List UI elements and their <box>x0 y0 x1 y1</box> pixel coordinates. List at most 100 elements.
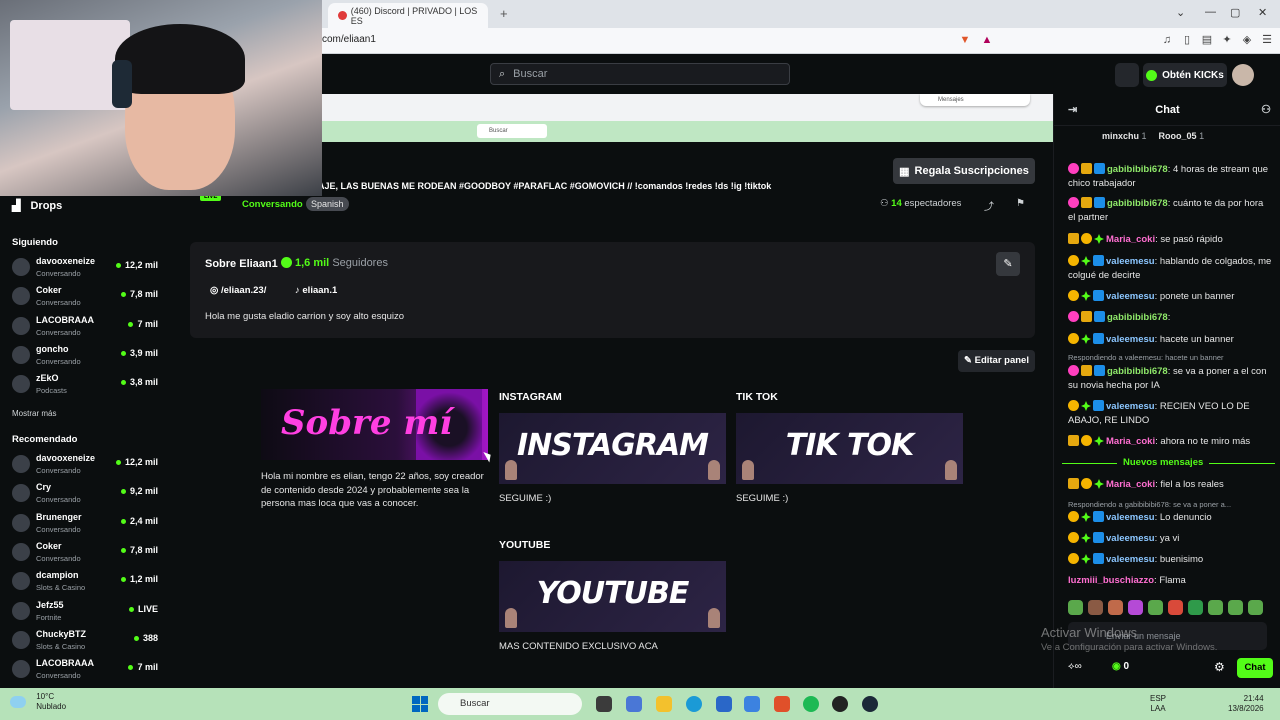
chat-username[interactable]: valeemesu <box>1106 334 1155 345</box>
search-input[interactable]: ⌕ Buscar <box>490 63 790 85</box>
chat-users-icon[interactable]: ⚇ <box>1261 94 1271 126</box>
spotify-icon[interactable] <box>803 696 819 712</box>
maximize-icon[interactable]: ▢ <box>1230 6 1240 19</box>
channel-item[interactable]: Cry Conversando 9,2 mil <box>12 481 162 509</box>
channel-category: Conversando <box>36 356 81 366</box>
channel-item[interactable]: dcampion Slots & Casino 1,2 mil <box>12 569 162 597</box>
tiktok-panel-image[interactable]: TIK TOK <box>736 413 963 484</box>
clock[interactable]: 21:44 13/8/2026 <box>1228 694 1264 714</box>
channel-item[interactable]: goncho Conversando 3,9 mil <box>12 343 162 371</box>
app-icon[interactable] <box>744 696 760 712</box>
channel-item[interactable]: LACOBRAAA Conversando 7 mil <box>12 657 162 685</box>
chat-username[interactable]: luzmiii_buschiazzo <box>1068 575 1154 586</box>
app-icon[interactable] <box>716 696 732 712</box>
dashboard-icon[interactable] <box>1115 63 1139 87</box>
close-icon[interactable]: ✕ <box>1258 6 1267 19</box>
show-more-link[interactable]: Mostrar más <box>12 409 56 418</box>
drops-link[interactable]: ▟ Drops <box>12 199 62 213</box>
minimize-icon[interactable]: — <box>1205 6 1216 18</box>
tiktok-link[interactable]: ♪ eliaan.1 <box>295 285 337 296</box>
chat-username[interactable]: gabibibibi678 <box>1107 164 1168 175</box>
windows-start-icon[interactable] <box>412 696 428 712</box>
channel-viewers: 3,8 mil <box>121 377 158 387</box>
chat-username[interactable]: gabibibibi678 <box>1107 312 1168 323</box>
emote-icon[interactable] <box>1148 600 1163 615</box>
top-gifter-1[interactable]: minxchu 1 <box>1102 131 1147 141</box>
obs-icon[interactable] <box>832 696 848 712</box>
chat-username[interactable]: valeemesu <box>1106 291 1155 302</box>
rewards-icon[interactable]: ▲ <box>980 33 994 47</box>
get-kicks-button[interactable]: Obtén KICKs <box>1143 63 1227 87</box>
video-player[interactable]: Mensajes Buscar <box>322 94 1053 142</box>
emote-icon[interactable] <box>1188 600 1203 615</box>
channel-avatar <box>12 375 30 394</box>
chat-username[interactable]: gabibibibi678 <box>1107 366 1168 377</box>
media-icon[interactable]: ♫ <box>1160 33 1174 47</box>
chat-username[interactable]: valeemesu <box>1106 256 1155 267</box>
tab-list-icon[interactable]: ⌄ <box>1176 6 1185 19</box>
top-gifter-2[interactable]: Rooo_05 1 <box>1159 131 1205 141</box>
channel-item[interactable]: davooxeneize Conversando 12,2 mil <box>12 452 162 480</box>
chat-username[interactable]: valeemesu <box>1106 533 1155 544</box>
wallet-icon[interactable]: ▤ <box>1200 33 1214 47</box>
chat-username[interactable]: valeemesu <box>1106 401 1155 412</box>
language-indicator[interactable]: ESP LAA <box>1150 694 1166 714</box>
task-view-icon[interactable] <box>596 696 612 712</box>
emote-icon[interactable] <box>1168 600 1183 615</box>
chat-settings-icon[interactable]: ⚙ <box>1214 660 1225 674</box>
vpn-icon[interactable]: ◈ <box>1240 33 1254 47</box>
gift-subs-button[interactable]: ▦ Regala Suscripciones <box>893 158 1035 184</box>
brave-shield-icon[interactable]: ▼ <box>958 33 972 47</box>
stream-category[interactable]: Conversando <box>242 199 303 210</box>
channel-item[interactable]: Jefz55 Fortnite LIVE <box>12 599 162 627</box>
chat-username[interactable]: Maria_coki <box>1106 479 1155 490</box>
chat-username[interactable]: Maria_coki <box>1106 234 1155 245</box>
chat-username[interactable]: valeemesu <box>1106 554 1155 565</box>
channel-item[interactable]: Coker Conversando 7,8 mil <box>12 284 162 312</box>
channel-item[interactable]: davooxeneize Conversando 12,2 mil <box>12 255 162 283</box>
store-icon[interactable] <box>626 696 642 712</box>
emote-icon[interactable] <box>1108 600 1123 615</box>
extension-icon[interactable]: ✦ <box>1220 33 1234 47</box>
menu-icon[interactable]: ☰ <box>1260 33 1274 47</box>
chat-send-button[interactable]: Chat <box>1237 658 1273 678</box>
chat-username[interactable]: Maria_coki <box>1106 436 1155 447</box>
emote-icon[interactable] <box>1088 600 1103 615</box>
taskbar-search[interactable]: Buscar <box>438 693 582 715</box>
emote-icon[interactable] <box>1068 600 1083 615</box>
steam-icon[interactable] <box>862 696 878 712</box>
chat-badge-icon <box>1093 333 1104 344</box>
chat-username[interactable]: valeemesu <box>1106 512 1155 523</box>
kicks-icon[interactable]: ⟡∞ <box>1068 661 1082 672</box>
emote-icon[interactable] <box>1248 600 1263 615</box>
collapse-chat-icon[interactable]: ⇥ <box>1068 94 1077 126</box>
edit-panel-button[interactable]: ✎ Editar panel <box>958 350 1035 372</box>
sidebar-icon[interactable]: ▯ <box>1180 33 1194 47</box>
url-field[interactable]: com/eliaan1 <box>322 34 376 45</box>
emote-icon[interactable] <box>1128 600 1143 615</box>
channel-item[interactable]: Coker Conversando 7,8 mil <box>12 540 162 568</box>
webcam-headset <box>112 60 132 108</box>
channel-item[interactable]: LACOBRAAA Conversando 7 mil <box>12 314 162 342</box>
channel-item[interactable]: ChuckyBTZ Slots & Casino 388 <box>12 628 162 656</box>
chat-username[interactable]: gabibibibi678 <box>1107 198 1168 209</box>
weather-widget[interactable]: 10°C Nublado <box>10 692 66 712</box>
instagram-panel-image[interactable]: INSTAGRAM <box>499 413 726 484</box>
channel-avatar <box>12 455 30 473</box>
share-icon[interactable]: ⤴ <box>984 198 994 213</box>
more-options-icon[interactable]: ⚑ <box>1016 198 1025 209</box>
instagram-link[interactable]: ◎ /eliaan.23/ <box>210 285 266 296</box>
browser-tab[interactable]: (460) Discord | PRIVADO | LOS ES <box>328 3 488 28</box>
channel-item[interactable]: Brunenger Conversando 2,4 mil <box>12 511 162 539</box>
channel-item[interactable]: zEkO Podcasts 3,8 mil <box>12 372 162 400</box>
language-tag[interactable]: Spanish <box>306 197 349 211</box>
youtube-panel-image[interactable]: YOUTUBE <box>499 561 726 632</box>
brave-icon[interactable] <box>774 696 790 712</box>
edit-pencil-icon[interactable]: ✎ <box>996 252 1020 276</box>
user-avatar[interactable] <box>1232 64 1254 86</box>
new-tab-icon[interactable]: + <box>500 6 508 21</box>
file-explorer-icon[interactable] <box>656 696 672 712</box>
emote-icon[interactable] <box>1228 600 1243 615</box>
emote-icon[interactable] <box>1208 600 1223 615</box>
edge-icon[interactable] <box>686 696 702 712</box>
